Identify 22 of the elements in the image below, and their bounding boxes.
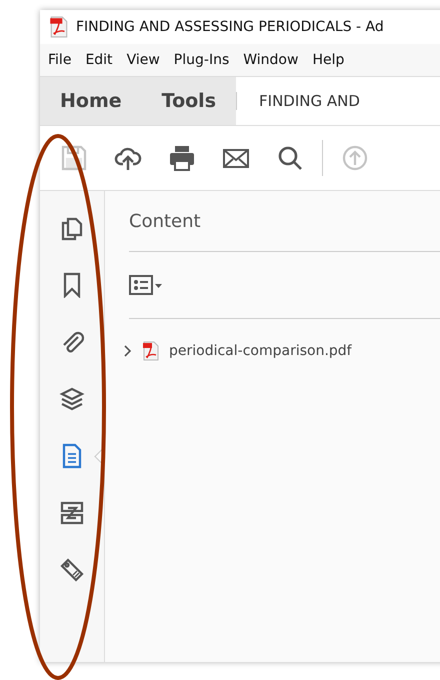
options-menu-icon[interactable] (129, 274, 163, 296)
menu-item[interactable]: File (48, 52, 72, 68)
menu-item[interactable]: Window (243, 52, 298, 68)
tree-item[interactable]: periodical-comparison.pdf (169, 343, 352, 359)
chevron-icon[interactable] (123, 345, 133, 357)
window-title: FINDING AND ASSESSING PERIODICALS - Ad (76, 19, 384, 35)
tag-icon[interactable] (59, 557, 85, 583)
nav-tab[interactable]: Home (40, 77, 142, 125)
order-icon[interactable] (59, 500, 85, 526)
print-icon[interactable] (168, 144, 196, 172)
search-icon[interactable] (276, 144, 304, 172)
menu-item[interactable]: Help (312, 52, 344, 68)
menu-item[interactable]: Plug-Ins (174, 52, 230, 68)
layers-icon[interactable] (59, 386, 85, 412)
pages-icon[interactable] (59, 215, 85, 241)
menu-item[interactable]: Edit (85, 52, 113, 68)
menu-item[interactable]: View (126, 52, 160, 68)
nav-tab[interactable]: Tools (142, 77, 236, 125)
panel-title: Content (129, 210, 201, 232)
pdf-file-icon (50, 16, 68, 38)
pdf-file-icon (143, 341, 159, 361)
document-tab[interactable]: FINDING AND (236, 92, 360, 110)
